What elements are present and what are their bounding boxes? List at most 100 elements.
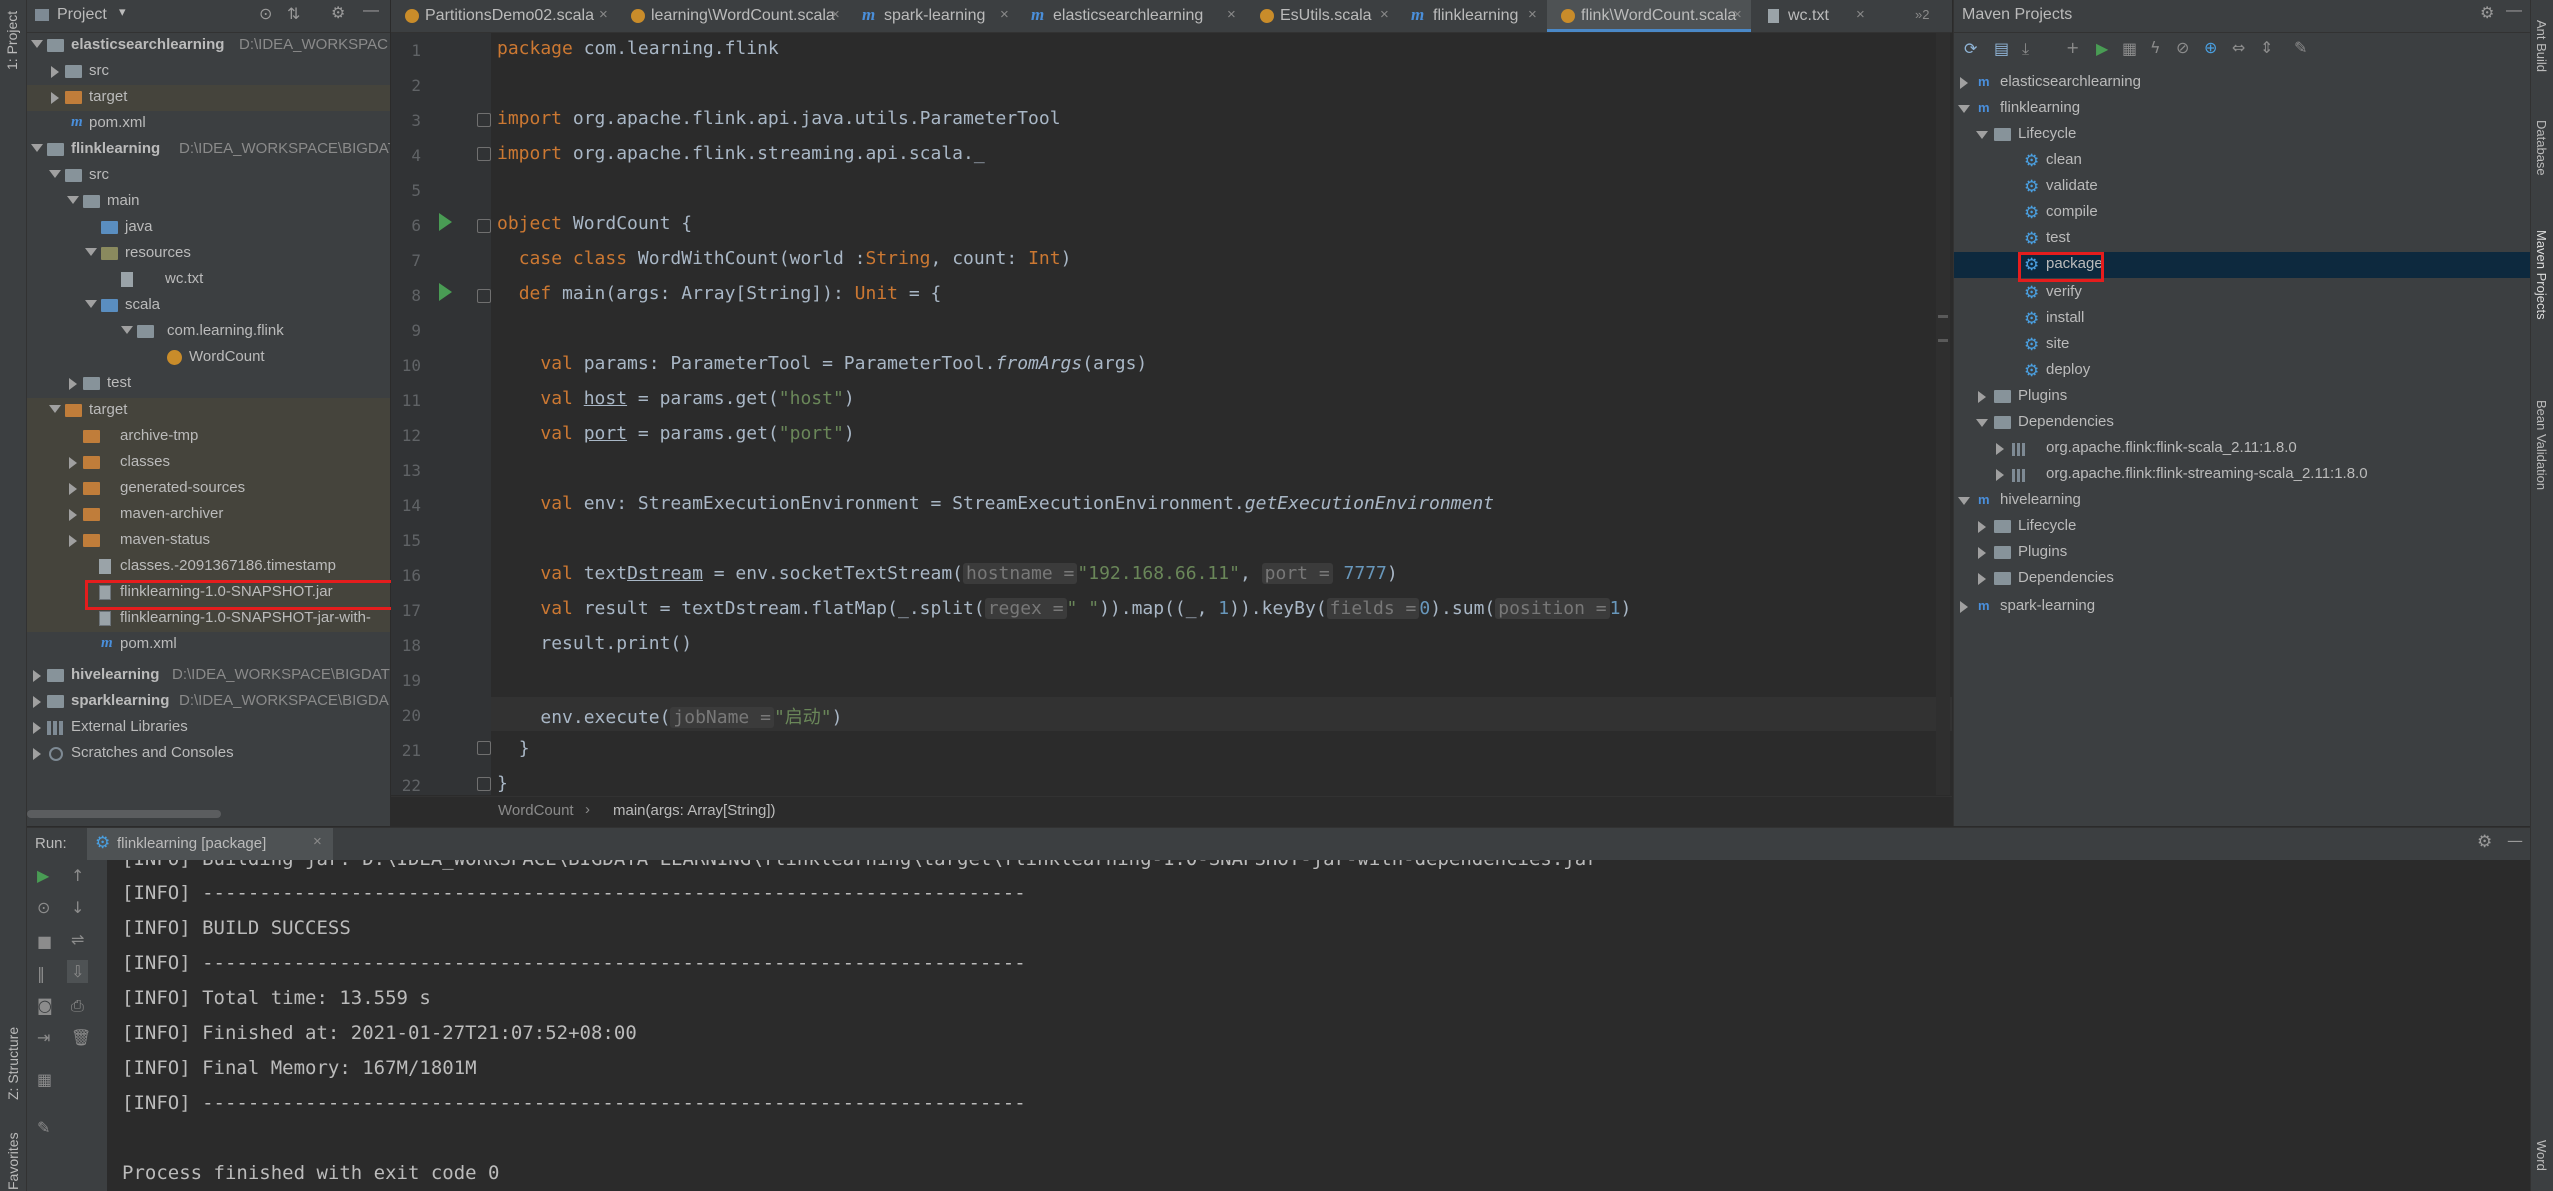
add-icon[interactable]: + [2066, 38, 2079, 57]
fold-icon[interactable] [477, 219, 491, 233]
maven-goal-validate[interactable]: ⚙ validate [1954, 174, 2530, 200]
run-main-icon[interactable] [439, 283, 452, 301]
console-output[interactable]: [INFO] Building jar: D:\IDEA_WORKSPACE\B… [107, 860, 2530, 1191]
scroll-to-end-icon[interactable]: ⇩ [67, 960, 89, 983]
generate-sources-icon[interactable]: ▤ [1994, 39, 2009, 58]
tree-item-main[interactable]: main [27, 189, 390, 215]
execute-goal-icon[interactable]: ▦ [2122, 39, 2137, 58]
chevron-down-icon[interactable]: ▾ [119, 4, 126, 20]
gear-icon[interactable]: ⚙ [2477, 832, 2492, 852]
run-icon[interactable]: ▶ [2096, 39, 2108, 58]
editor-scrollbar[interactable] [1936, 33, 1950, 795]
tab-overflow-icon[interactable]: »2 [1915, 7, 1929, 22]
print-icon[interactable]: ⎙ [71, 996, 84, 1016]
maven-goal-deploy[interactable]: ⚙ deploy [1954, 358, 2530, 384]
tab-elasticsearchlearning[interactable]: m elasticsearchlearning × [1019, 0, 1245, 32]
maven-project-flinklearning[interactable]: m flinklearning [1954, 96, 2530, 122]
tree-item-archive-tmp[interactable]: archive-tmp [27, 424, 390, 450]
down-arrow-icon[interactable]: ↓ [71, 898, 84, 917]
tab-flink-wordcount[interactable]: flink\WordCount.scala × [1547, 0, 1751, 32]
tab-esutils[interactable]: EsUtils.scala × [1246, 0, 1398, 32]
tree-item-pom[interactable]: m pom.xml [27, 632, 390, 658]
fold-icon[interactable] [477, 777, 491, 791]
tab-learning-wordcount[interactable]: learning\WordCount.scala × [617, 0, 849, 32]
tree-item-sparklearning[interactable]: sparklearning D:\IDEA_WORKSPACE\BIGDA [27, 689, 390, 715]
maven-dependency[interactable]: org.apache.flink:flink-scala_2.11:1.8.0 [1954, 436, 2530, 462]
tree-item-maven-archiver[interactable]: maven-archiver [27, 502, 390, 528]
tree-item-external-libraries[interactable]: External Libraries [27, 715, 390, 741]
up-arrow-icon[interactable]: ↑ [71, 866, 84, 885]
tree-item-pom[interactable]: m pom.xml [27, 111, 390, 137]
tree-item-target[interactable]: target [27, 398, 390, 424]
download-icon[interactable]: ⤓ [2022, 39, 2029, 59]
maven-lifecycle[interactable]: Lifecycle [1954, 122, 2530, 148]
pause-icon[interactable]: ‖ [37, 964, 45, 983]
maven-goal-test[interactable]: ⚙ test [1954, 226, 2530, 252]
tree-item-maven-status[interactable]: maven-status [27, 528, 390, 554]
maven-plugins[interactable]: Plugins [1954, 384, 2530, 410]
tree-item-generated-sources[interactable]: generated-sources [27, 476, 390, 502]
tab-wc-txt[interactable]: wc.txt × [1752, 0, 1874, 32]
breadcrumb-item[interactable]: WordCount [498, 802, 574, 819]
fold-icon[interactable] [477, 289, 491, 303]
maven-lifecycle[interactable]: Lifecycle [1954, 514, 2530, 540]
database-tool-button[interactable]: Database [2534, 120, 2549, 176]
ant-build-tool-button[interactable]: Ant Build [2534, 20, 2549, 72]
project-view-selector[interactable]: Project [57, 6, 107, 24]
gear-icon[interactable]: ⚙ [2480, 3, 2494, 23]
layout-icon[interactable]: ▦ [37, 1070, 52, 1089]
close-icon[interactable]: × [1856, 6, 1865, 23]
project-tool-button[interactable]: 1: Project [4, 11, 20, 70]
tree-item-wc-txt[interactable]: wc.txt [27, 267, 390, 293]
tree-item-classes[interactable]: classes [27, 450, 390, 476]
close-icon[interactable]: × [1227, 6, 1236, 23]
hide-panel-icon[interactable]: — [2506, 2, 2522, 20]
tree-item-scala[interactable]: scala [27, 293, 390, 319]
close-icon[interactable]: × [1000, 6, 1009, 23]
word-tool-button[interactable]: Word [2534, 1140, 2549, 1171]
bean-validation-tool-button[interactable]: Bean Validation [2534, 400, 2549, 490]
rerun-icon[interactable]: ▶ [37, 866, 49, 885]
camera-icon[interactable]: ◙ [37, 996, 53, 1015]
collapse-icon[interactable]: ⇔ [2232, 38, 2245, 57]
close-icon[interactable]: × [1733, 6, 1742, 23]
breadcrumb-item[interactable]: main(args: Array[String]) [613, 802, 776, 819]
tree-item-resources[interactable]: resources [27, 241, 390, 267]
tree-item-wordcount[interactable]: WordCount [27, 345, 390, 371]
tree-item-hivelearning[interactable]: hivelearning D:\IDEA_WORKSPACE\BIGDAT [27, 663, 390, 689]
maven-dependencies[interactable]: Dependencies [1954, 410, 2530, 436]
toggle-offline-icon[interactable]: ϟ [2150, 38, 2161, 57]
target-icon[interactable]: ⊙ [259, 4, 272, 24]
maven-projects-tool-button[interactable]: Maven Projects [2534, 230, 2549, 320]
close-icon[interactable]: × [313, 833, 322, 850]
pin-icon[interactable]: ✎ [37, 1118, 50, 1137]
tree-item-elasticsearchlearning[interactable]: elasticsearchlearning D:\IDEA_WORKSPAC [27, 33, 390, 59]
close-icon[interactable]: × [831, 6, 840, 23]
maven-dependencies[interactable]: Dependencies [1954, 566, 2530, 592]
gear-icon[interactable]: ⚙ [331, 3, 345, 23]
reimport-icon[interactable]: ⟳ [1964, 39, 1977, 58]
tab-partitionsdemo02[interactable]: PartitionsDemo02.scala × [391, 0, 616, 32]
debug-icon[interactable]: ⊙ [37, 898, 50, 917]
tree-item-package[interactable]: com.learning.flink [27, 319, 390, 345]
structure-tool-button[interactable]: Z: Structure [5, 1027, 21, 1100]
trash-icon[interactable]: 🗑 [71, 1028, 91, 1047]
maven-project-elasticsearchlearning[interactable]: m elasticsearchlearning [1954, 70, 2530, 96]
tree-item-target[interactable]: target [27, 85, 390, 111]
run-object-icon[interactable] [439, 213, 452, 231]
exit-icon[interactable]: ⇥ [37, 1028, 50, 1047]
maven-goal-site[interactable]: ⚙ site [1954, 332, 2530, 358]
tree-item-timestamp[interactable]: classes.-2091367186.timestamp [27, 554, 390, 580]
close-icon[interactable]: × [1528, 6, 1537, 23]
fold-icon[interactable] [477, 741, 491, 755]
tab-flinklearning[interactable]: m flinklearning × [1399, 0, 1546, 32]
maven-project-hivelearning[interactable]: m hivelearning [1954, 488, 2530, 514]
run-tab[interactable]: ⚙ flinklearning [package] × [87, 828, 333, 860]
code-editor[interactable]: package com.learning.flink import org.ap… [491, 33, 1952, 795]
tree-item-src[interactable]: src [27, 163, 390, 189]
hide-panel-icon[interactable]: — [363, 2, 379, 20]
tree-item-src[interactable]: src [27, 59, 390, 85]
show-dependencies-icon[interactable]: ⊕ [2204, 38, 2217, 57]
favorites-tool-button[interactable]: Favorites [5, 1132, 21, 1190]
close-icon[interactable]: × [599, 6, 608, 23]
